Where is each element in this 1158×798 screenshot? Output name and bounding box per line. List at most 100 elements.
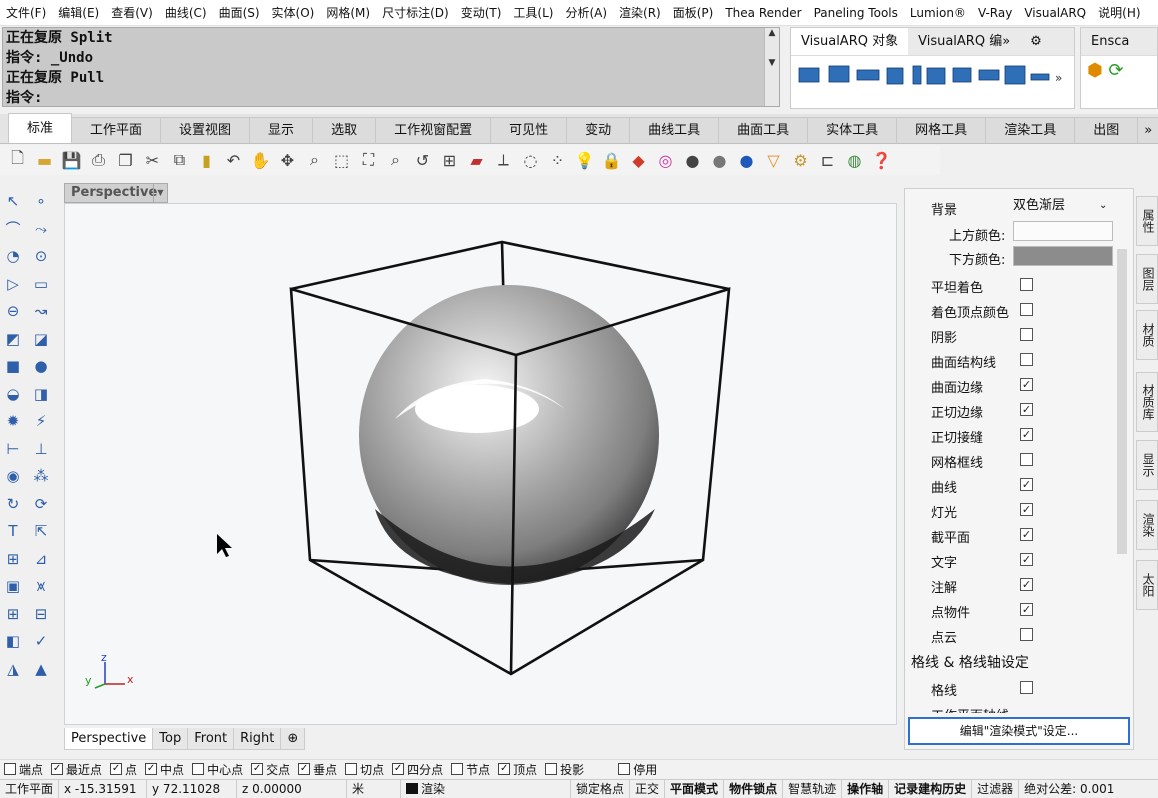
- left-tool-icon[interactable]: ⩙: [28, 573, 54, 599]
- new-file-icon[interactable]: 🗋: [4, 147, 31, 174]
- tab-enscape[interactable]: Ensca: [1081, 28, 1139, 55]
- material-sphere-icon[interactable]: ●: [733, 147, 760, 174]
- command-prompt[interactable]: 指令:: [6, 88, 779, 108]
- right-tab[interactable]: 图层: [1136, 254, 1158, 304]
- boundary-icon[interactable]: ⊏: [814, 147, 841, 174]
- menu-item[interactable]: Lumion®: [904, 0, 972, 26]
- left-tool-icon[interactable]: ◧: [0, 628, 26, 654]
- menu-item[interactable]: 变动(T): [455, 0, 508, 26]
- menu-item[interactable]: 查看(V): [105, 0, 159, 26]
- menu-item[interactable]: Paneling Tools: [808, 0, 904, 26]
- menu-item[interactable]: 文件(F): [0, 0, 52, 26]
- cplane-icon[interactable]: ⟂: [490, 147, 517, 174]
- tab-8[interactable]: 曲线工具: [629, 117, 720, 143]
- right-tab[interactable]: 材质: [1136, 310, 1158, 360]
- display-option-checkbox[interactable]: ✓: [1020, 578, 1033, 591]
- osnap-item[interactable]: ✓ 交点: [251, 761, 290, 778]
- gear-icon[interactable]: ⚙: [1020, 28, 1052, 55]
- select-points-icon[interactable]: ⁘: [544, 147, 571, 174]
- left-tool-icon[interactable]: ◮: [0, 656, 26, 682]
- tab-12[interactable]: 渲染工具: [985, 117, 1076, 143]
- menu-item[interactable]: 渲染(R): [613, 0, 667, 26]
- left-tool-icon[interactable]: ⇱: [28, 518, 54, 544]
- display-option-checkbox[interactable]: ✓: [1020, 528, 1033, 541]
- tab-3[interactable]: 显示: [249, 117, 314, 143]
- left-tool-icon[interactable]: ▭: [28, 271, 54, 297]
- add-viewport-icon[interactable]: ⊕: [280, 728, 306, 750]
- tab-10[interactable]: 实体工具: [807, 117, 898, 143]
- menu-item[interactable]: 尺寸标注(D): [376, 0, 455, 26]
- enscape-refresh-icon[interactable]: ⟳: [1108, 60, 1123, 81]
- grid-checkbox[interactable]: [1020, 681, 1033, 694]
- menu-item[interactable]: 说明(H): [1092, 0, 1146, 26]
- menu-item[interactable]: 网格(M): [320, 0, 376, 26]
- print-icon[interactable]: ⎙: [85, 147, 112, 174]
- light-bulb-icon[interactable]: 💡: [571, 147, 598, 174]
- left-tool-icon[interactable]: ◒: [0, 381, 26, 407]
- display-option-checkbox[interactable]: ✓: [1020, 403, 1033, 416]
- cut-icon[interactable]: ✂: [139, 147, 166, 174]
- current-layer[interactable]: 渲染: [401, 779, 572, 798]
- left-tool-icon[interactable]: ▷: [0, 271, 26, 297]
- left-tool-icon[interactable]: ✓: [28, 628, 54, 654]
- display-option-checkbox[interactable]: [1020, 278, 1033, 291]
- osnap-item[interactable]: ✓ 顶点: [498, 761, 537, 778]
- ortho-toggle[interactable]: 正交: [630, 779, 666, 798]
- menu-item[interactable]: 曲面(S): [213, 0, 266, 26]
- tab-2[interactable]: 设置视图: [160, 117, 251, 143]
- open-folder-icon[interactable]: ▬: [31, 147, 58, 174]
- left-tool-icon[interactable]: ⁂: [28, 463, 54, 489]
- menu-item[interactable]: 工具(L): [507, 0, 559, 26]
- right-tab[interactable]: 材质库: [1136, 372, 1158, 432]
- top-color-swatch[interactable]: [1013, 221, 1113, 241]
- left-tool-icon[interactable]: ⊥: [28, 436, 54, 462]
- menu-item[interactable]: 面板(P): [667, 0, 720, 26]
- menu-item[interactable]: V-Ray: [972, 0, 1018, 26]
- display-option-checkbox[interactable]: [1020, 328, 1033, 341]
- tab-6[interactable]: 可见性: [490, 117, 568, 143]
- right-tab[interactable]: 属性: [1136, 196, 1158, 246]
- filter-button[interactable]: 过滤器: [972, 779, 1020, 798]
- viewport-tab[interactable]: Front: [187, 728, 235, 750]
- osnap-checkbox[interactable]: [192, 763, 205, 775]
- display-option-checkbox[interactable]: [1020, 303, 1033, 316]
- display-option-checkbox[interactable]: ✓: [1020, 553, 1033, 566]
- osnap-checkbox[interactable]: [345, 763, 358, 775]
- left-tool-icon[interactable]: ✹: [0, 408, 26, 434]
- left-tool-icon[interactable]: ⊿: [28, 546, 54, 572]
- rendered-sphere-icon[interactable]: ●: [706, 147, 733, 174]
- planar-toggle[interactable]: 平面模式: [665, 779, 725, 798]
- osnap-item[interactable]: ✓ 垂点: [298, 761, 337, 778]
- osnap-item[interactable]: ✓ 点: [110, 761, 137, 778]
- layer-icon[interactable]: ◆: [625, 147, 652, 174]
- left-tool-icon[interactable]: ↻: [0, 491, 26, 517]
- lock-icon[interactable]: 🔒: [598, 147, 625, 174]
- left-tool-icon[interactable]: ⊖: [0, 298, 26, 324]
- globe-icon[interactable]: ◍: [841, 147, 868, 174]
- gumball-toggle[interactable]: 操作轴: [842, 779, 890, 798]
- command-scrollbar[interactable]: ▲ ▼: [764, 28, 779, 106]
- osnap-checkbox[interactable]: ✓: [145, 763, 158, 775]
- viewport-tab[interactable]: Perspective: [64, 728, 154, 750]
- osnap-checkbox[interactable]: [618, 763, 631, 775]
- left-tool-icon[interactable]: ◪: [28, 326, 54, 352]
- left-tool-icon[interactable]: ↖: [0, 188, 26, 214]
- osnap-item[interactable]: 切点: [345, 761, 384, 778]
- menu-item[interactable]: Thea Render: [719, 0, 807, 26]
- options-gears-icon[interactable]: ⚙: [787, 147, 814, 174]
- left-tool-icon[interactable]: ●: [28, 353, 54, 379]
- color-wheel-icon[interactable]: ◎: [652, 147, 679, 174]
- right-tab[interactable]: 太阳: [1136, 560, 1158, 610]
- zoom-window-icon[interactable]: ⬚: [328, 147, 355, 174]
- left-tool-icon[interactable]: ■: [0, 353, 26, 379]
- menu-item[interactable]: 编辑(E): [52, 0, 105, 26]
- tab-visualarq-edit[interactable]: VisualARQ 编»: [908, 28, 1020, 55]
- menu-item[interactable]: VisualARQ: [1018, 0, 1092, 26]
- viewport-tab[interactable]: Top: [152, 728, 189, 750]
- menu-item[interactable]: 实体(O): [266, 0, 321, 26]
- panel-scrollbar[interactable]: [1117, 249, 1127, 554]
- osnap-checkbox[interactable]: ✓: [392, 763, 405, 775]
- tab-13[interactable]: 出图: [1074, 117, 1139, 143]
- help-icon[interactable]: ❓: [868, 147, 895, 174]
- menu-item[interactable]: 分析(A): [559, 0, 613, 26]
